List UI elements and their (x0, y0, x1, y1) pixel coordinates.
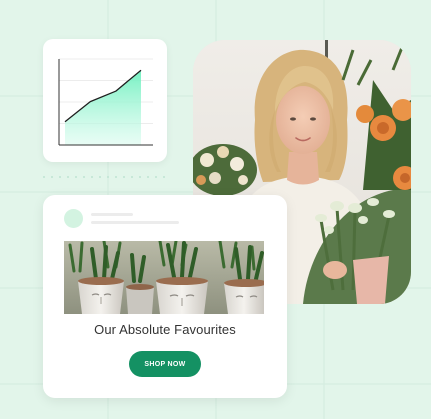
product-card[interactable]: Our Absolute Favourites SHOP NOW (43, 195, 287, 398)
shop-now-button[interactable]: SHOP NOW (129, 351, 201, 377)
skeleton-line (91, 221, 179, 224)
chart-area-fill (65, 70, 141, 145)
chart-card (43, 39, 167, 162)
avatar-placeholder (64, 209, 83, 228)
product-title: Our Absolute Favourites (94, 322, 236, 337)
area-chart (58, 58, 153, 146)
product-image[interactable] (64, 241, 264, 314)
succulent-planters-illustration (64, 241, 264, 314)
skeleton-line (91, 213, 133, 216)
